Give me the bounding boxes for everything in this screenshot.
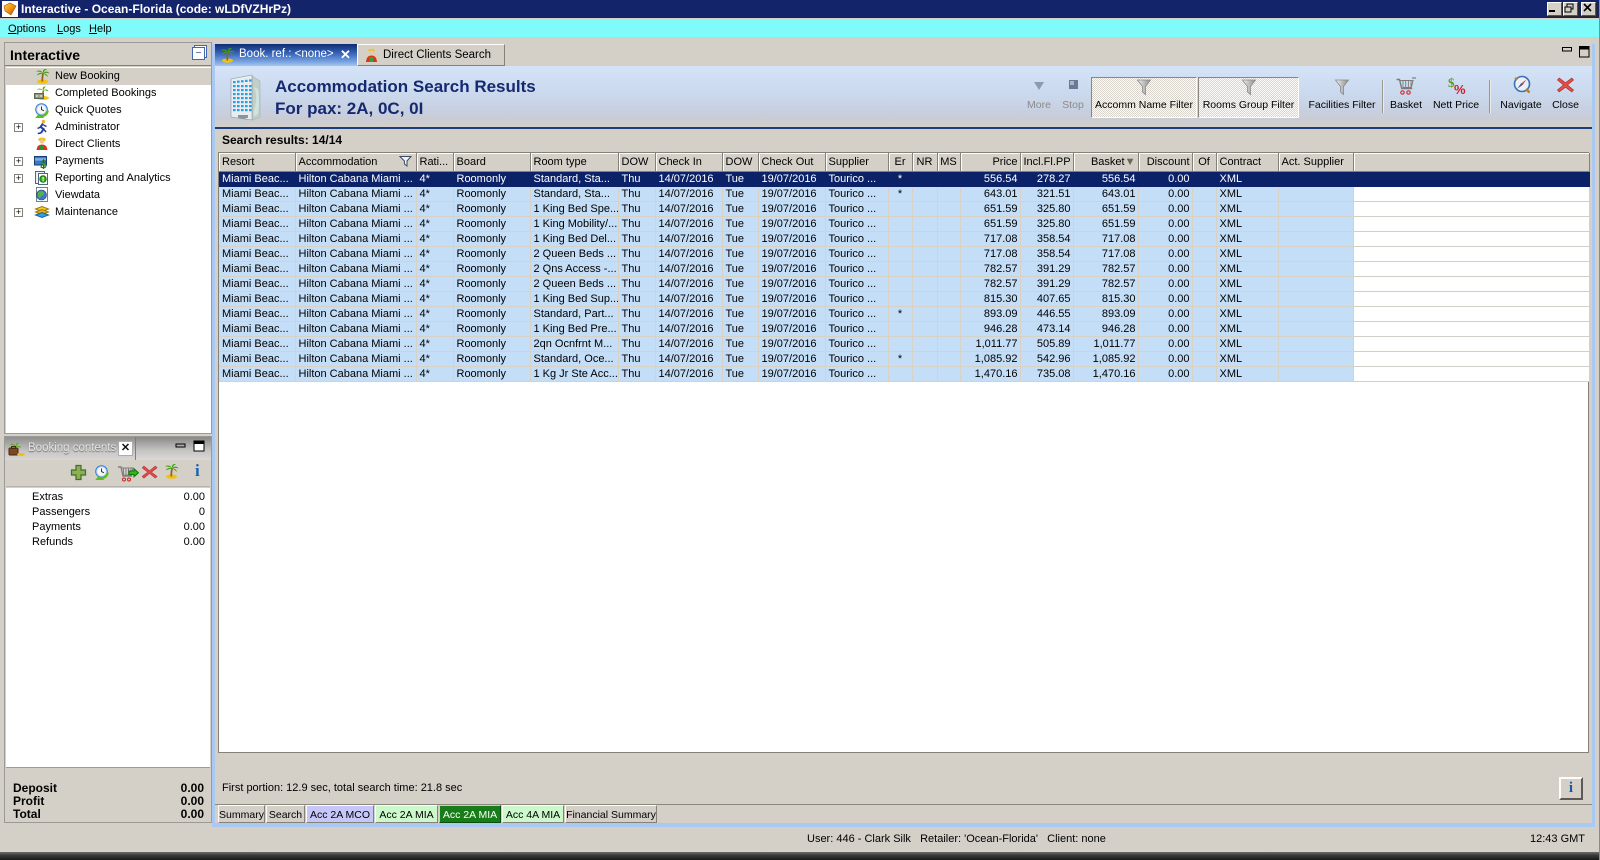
svg-text:%: % [1454, 82, 1466, 95]
svg-text:$: $ [41, 157, 47, 169]
